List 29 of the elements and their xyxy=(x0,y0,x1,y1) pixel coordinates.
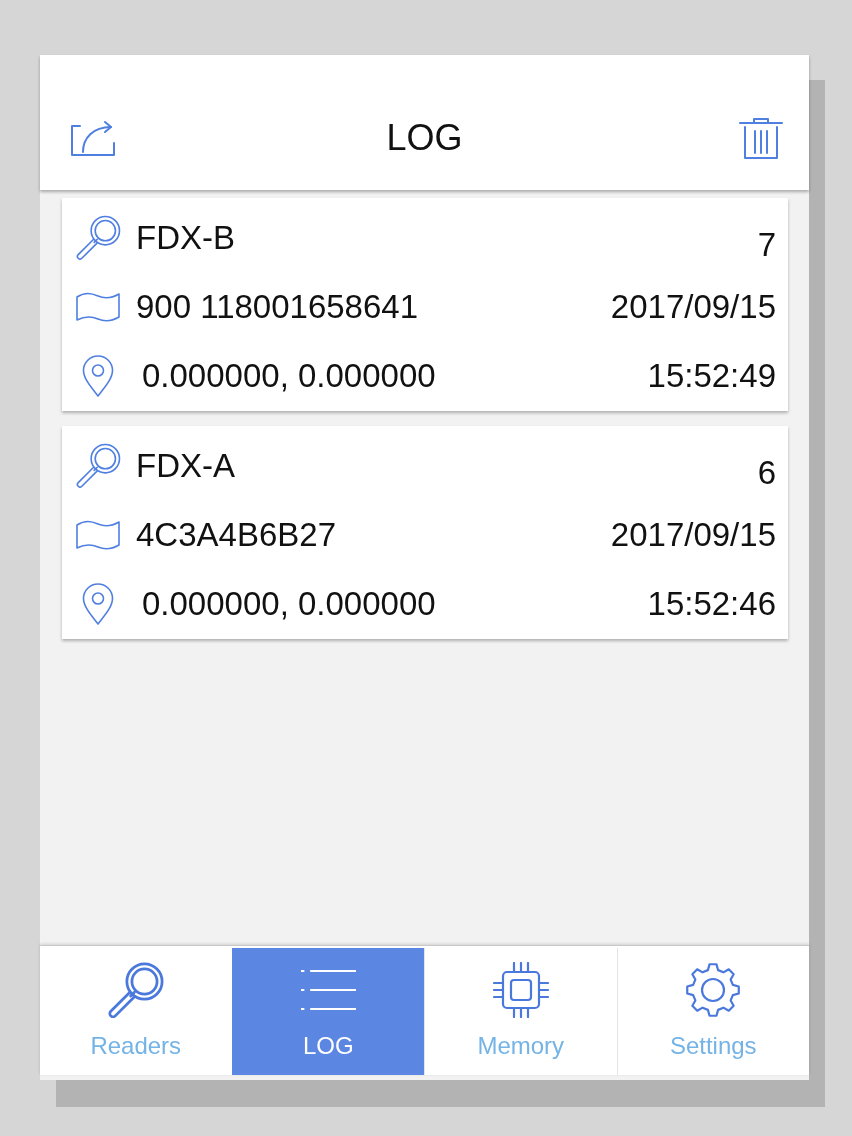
page-title: LOG xyxy=(386,117,463,159)
entry-count: 7 xyxy=(757,225,776,264)
magnifier-icon xyxy=(75,443,121,488)
flag-icon xyxy=(75,518,121,551)
entry-time: 15:52:49 xyxy=(647,356,776,395)
magnifier-icon xyxy=(75,215,121,260)
flag-icon xyxy=(75,290,121,323)
tag-id: 4C3A4B6B27 xyxy=(136,515,337,554)
tab[interactable]: Readers xyxy=(40,948,232,1075)
gear-icon[interactable] xyxy=(685,962,742,1018)
entry-count: 6 xyxy=(757,453,776,492)
location-pin-icon xyxy=(82,582,114,625)
coordinates: 0.000000, 0.000000 xyxy=(142,584,437,623)
entry-time: 15:52:46 xyxy=(647,584,776,623)
trash-icon[interactable] xyxy=(739,117,783,159)
tag-type-label: FDX-A xyxy=(136,446,236,485)
magnifier-icon[interactable] xyxy=(107,962,164,1018)
entry-date: 2017/09/15 xyxy=(610,287,776,326)
tag-type-label: FDX-B xyxy=(136,218,236,257)
chip-icon[interactable] xyxy=(492,962,549,1018)
tab[interactable]: Settings xyxy=(616,948,809,1075)
tab[interactable]: LOG xyxy=(231,948,424,1075)
tab[interactable]: Memory xyxy=(424,948,617,1075)
entry-date: 2017/09/15 xyxy=(610,515,776,554)
list-icon[interactable] xyxy=(300,969,356,1011)
tag-id: 900 118001658641 xyxy=(136,287,419,326)
coordinates: 0.000000, 0.000000 xyxy=(142,356,437,395)
location-pin-icon xyxy=(82,354,114,397)
share-icon[interactable] xyxy=(70,119,116,157)
